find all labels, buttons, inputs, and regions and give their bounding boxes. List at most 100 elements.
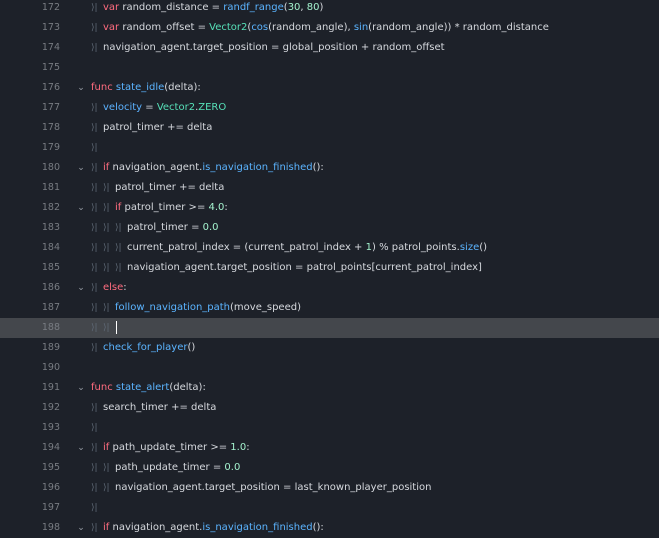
code-token: 30 bbox=[287, 2, 301, 13]
code-text[interactable]: ⟩| bbox=[91, 138, 103, 158]
code-token: : bbox=[224, 202, 228, 213]
code-token: 0.0 bbox=[202, 222, 219, 233]
code-line[interactable]: 176 ⌄ func state_idle(delta): bbox=[0, 78, 659, 98]
code-line[interactable]: 193 ⟩| bbox=[0, 418, 659, 438]
code-text[interactable]: ⟩| ⟩| navigation_agent.target_position = l… bbox=[91, 478, 431, 498]
code-token: check_for_player bbox=[103, 342, 188, 353]
fold-arrow-icon[interactable]: ⌄ bbox=[76, 443, 86, 453]
code-text[interactable]: ⟩| bbox=[91, 498, 103, 518]
tab-indent-icon: ⟩| bbox=[103, 243, 110, 253]
code-token: state_idle bbox=[115, 82, 165, 93]
code-line[interactable]: 185 ⟩| ⟩| ⟩| navigation_agent.target_positio… bbox=[0, 258, 659, 278]
code-line[interactable]: 198 ⌄ ⟩| if navigation_agent.is_navigation_… bbox=[0, 518, 659, 538]
code-line[interactable]: 189 ⟩| check_for_player() bbox=[0, 338, 659, 358]
code-line[interactable]: 173 ⟩| var random_offset = Vector2(cos(ran… bbox=[0, 18, 659, 38]
code-token: = last_known_player_position bbox=[279, 482, 432, 493]
fold-arrow-icon[interactable]: ⌄ bbox=[76, 523, 86, 533]
code-text[interactable]: ⟩| ⟩| bbox=[91, 318, 117, 338]
code-line[interactable]: 188 ⟩| ⟩| bbox=[0, 318, 659, 338]
code-text[interactable]: ⟩| ⟩| if patrol_timer >= 4.0: bbox=[91, 198, 228, 218]
code-line[interactable]: 172 ⟩| var random_distance = randf_range(3… bbox=[0, 0, 659, 18]
tab-indent-icon: ⟩| bbox=[91, 283, 98, 293]
code-token: navigation_agent. bbox=[103, 42, 193, 53]
code-line[interactable]: 177 ⟩| velocity = Vector2.ZERO bbox=[0, 98, 659, 118]
code-token: global_position bbox=[282, 42, 358, 53]
code-text[interactable]: ⟩| check_for_player() bbox=[91, 338, 195, 358]
code-token: path_update_timer = bbox=[115, 462, 225, 473]
code-line[interactable]: 174 ⟩| navigation_agent.target_position = … bbox=[0, 38, 659, 58]
fold-arrow-icon[interactable]: ⌄ bbox=[76, 203, 86, 213]
fold-arrow-icon[interactable]: ⌄ bbox=[76, 383, 86, 393]
code-line[interactable]: 178 ⟩| patrol_timer += delta bbox=[0, 118, 659, 138]
code-text[interactable]: ⟩| if path_update_timer >= 1.0: bbox=[91, 438, 250, 458]
code-token: = patrol_points[current_patrol_index] bbox=[291, 262, 482, 273]
code-token: navigation_agent. bbox=[109, 522, 203, 533]
code-token: velocity bbox=[103, 102, 143, 113]
code-line[interactable]: 184 ⟩| ⟩| ⟩| current_patrol_index = (current… bbox=[0, 238, 659, 258]
code-text[interactable]: ⟩| if navigation_agent.is_navigation_fini… bbox=[91, 518, 324, 538]
line-number: 177 bbox=[41, 102, 60, 113]
code-token: 80 bbox=[306, 2, 320, 13]
line-number: 179 bbox=[41, 142, 60, 153]
code-line[interactable]: 197 ⟩| bbox=[0, 498, 659, 518]
tab-indent-icon: ⟩| bbox=[91, 343, 98, 353]
code-text[interactable]: ⟩| if navigation_agent.is_navigation_fini… bbox=[91, 158, 324, 178]
fold-arrow-icon[interactable]: ⌄ bbox=[76, 283, 86, 293]
line-number: 189 bbox=[41, 342, 60, 353]
code-line[interactable]: 181 ⟩| ⟩| patrol_timer += delta bbox=[0, 178, 659, 198]
code-line[interactable]: 190 bbox=[0, 358, 659, 378]
line-number: 194 bbox=[41, 442, 60, 453]
tab-indent-icon: ⟩| bbox=[91, 43, 98, 53]
code-line[interactable]: 194 ⌄ ⟩| if path_update_timer >= 1.0: bbox=[0, 438, 659, 458]
code-line[interactable]: 191 ⌄ func state_alert(delta): bbox=[0, 378, 659, 398]
code-editor[interactable]: 172 ⟩| var random_distance = randf_range(3… bbox=[0, 0, 659, 534]
code-line[interactable]: 179 ⟩| bbox=[0, 138, 659, 158]
line-number: 185 bbox=[41, 262, 60, 273]
line-number: 196 bbox=[41, 482, 60, 493]
fold-arrow-icon[interactable]: ⌄ bbox=[76, 83, 86, 93]
code-text[interactable]: ⟩| velocity = Vector2.ZERO bbox=[91, 98, 226, 118]
tab-indent-icon: ⟩| bbox=[91, 303, 98, 313]
code-token: navigation_agent. bbox=[115, 482, 205, 493]
code-text[interactable]: ⟩| bbox=[91, 418, 103, 438]
code-text[interactable]: ⟩| navigation_agent.target_position = glo… bbox=[91, 38, 445, 58]
tab-indent-icon: ⟩| bbox=[91, 503, 98, 513]
code-text[interactable]: ⟩| ⟩| path_update_timer = 0.0 bbox=[91, 458, 240, 478]
line-number: 173 bbox=[41, 22, 60, 33]
code-text[interactable]: ⟩| else: bbox=[91, 278, 127, 298]
code-token: patrol_timer >= bbox=[121, 202, 209, 213]
code-text[interactable]: func state_alert(delta): bbox=[91, 378, 206, 398]
code-token: (): bbox=[312, 162, 324, 173]
code-line[interactable]: 180 ⌄ ⟩| if navigation_agent.is_navigation_… bbox=[0, 158, 659, 178]
code-token: = bbox=[142, 102, 157, 113]
code-text[interactable]: ⟩| var random_offset = Vector2(cos(random… bbox=[91, 18, 549, 38]
tab-indent-icon: ⟩| bbox=[91, 23, 98, 33]
code-line[interactable]: 186 ⌄ ⟩| else: bbox=[0, 278, 659, 298]
code-token: patrol_timer = bbox=[127, 222, 203, 233]
code-text[interactable]: ⟩| search_timer += delta bbox=[91, 398, 216, 418]
code-token: randf_range bbox=[223, 2, 284, 13]
fold-arrow-icon[interactable]: ⌄ bbox=[76, 163, 86, 173]
code-token: + random_offset bbox=[357, 42, 445, 53]
code-text[interactable]: ⟩| ⟩| ⟩| current_patrol_index = (current_pa… bbox=[91, 238, 487, 258]
code-line[interactable]: 187 ⟩| ⟩| follow_navigation_path(move_speed… bbox=[0, 298, 659, 318]
code-token: var bbox=[103, 22, 120, 33]
code-text[interactable]: ⟩| ⟩| ⟩| patrol_timer = 0.0 bbox=[91, 218, 219, 238]
code-line[interactable]: 195 ⟩| ⟩| path_update_timer = 0.0 bbox=[0, 458, 659, 478]
code-token: follow_navigation_path bbox=[115, 302, 231, 313]
code-line[interactable]: 182 ⌄ ⟩| ⟩| if patrol_timer >= 4.0: bbox=[0, 198, 659, 218]
code-line[interactable]: 196 ⟩| ⟩| navigation_agent.target_position … bbox=[0, 478, 659, 498]
code-text[interactable]: ⟩| ⟩| patrol_timer += delta bbox=[91, 178, 224, 198]
code-text[interactable]: ⟩| ⟩| ⟩| navigation_agent.target_position =… bbox=[91, 258, 482, 278]
code-line[interactable]: 192 ⟩| search_timer += delta bbox=[0, 398, 659, 418]
code-token: (random_angle), bbox=[268, 22, 354, 33]
code-line[interactable]: 175 bbox=[0, 58, 659, 78]
code-text[interactable]: func state_idle(delta): bbox=[91, 78, 201, 98]
tab-indent-icon: ⟩| bbox=[103, 203, 110, 213]
code-text[interactable]: ⟩| ⟩| follow_navigation_path(move_speed) bbox=[91, 298, 301, 318]
code-line[interactable]: 183 ⟩| ⟩| ⟩| patrol_timer = 0.0 bbox=[0, 218, 659, 238]
line-number: 178 bbox=[41, 122, 60, 133]
tab-indent-icon: ⟩| bbox=[91, 123, 98, 133]
code-text[interactable]: ⟩| patrol_timer += delta bbox=[91, 118, 212, 138]
code-text[interactable]: ⟩| var random_distance = randf_range(30, … bbox=[91, 0, 323, 18]
